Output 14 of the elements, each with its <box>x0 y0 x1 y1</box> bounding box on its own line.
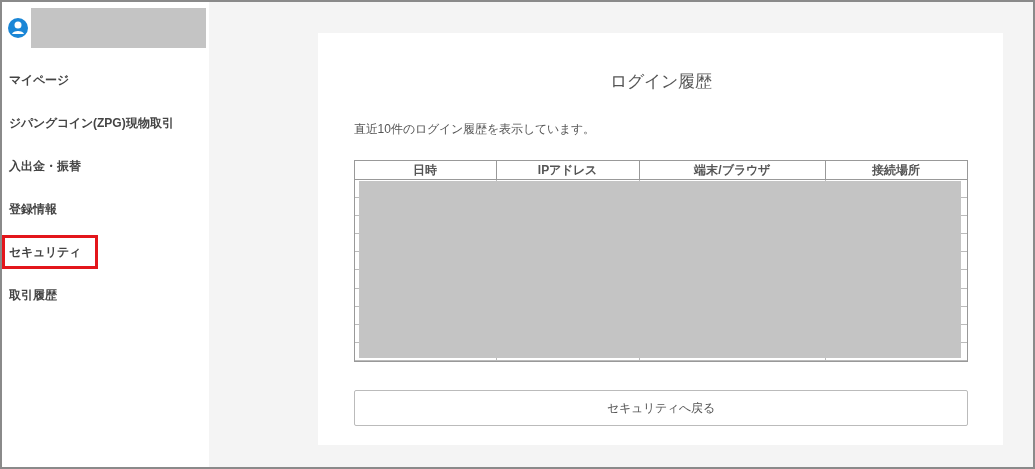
sidebar-item[interactable]: マイページ <box>2 62 76 97</box>
description-text: 直近10件のログイン履歴を表示しています。 <box>353 120 596 138</box>
sidebar-item[interactable]: 取引履歴 <box>2 277 64 312</box>
back-button[interactable]: セキュリティへ戻る <box>353 390 968 427</box>
column-header: 接続場所 <box>871 161 921 179</box>
sidebar-item[interactable]: ジパングコイン(ZPG)現物取引 <box>2 105 181 140</box>
sidebar-item[interactable]: 登録情報 <box>2 191 64 226</box>
page-title: ログイン履歴 <box>609 71 712 93</box>
column-header: 端末/ブラウザ <box>639 160 826 179</box>
sidebar-item[interactable]: セキュリティ <box>2 234 98 269</box>
sidebar-item[interactable]: 入出金・振替 <box>2 148 88 183</box>
user-avatar-icon <box>8 18 28 38</box>
column-header: IPアドレス <box>496 160 640 179</box>
column-header: 日時 <box>354 160 497 179</box>
